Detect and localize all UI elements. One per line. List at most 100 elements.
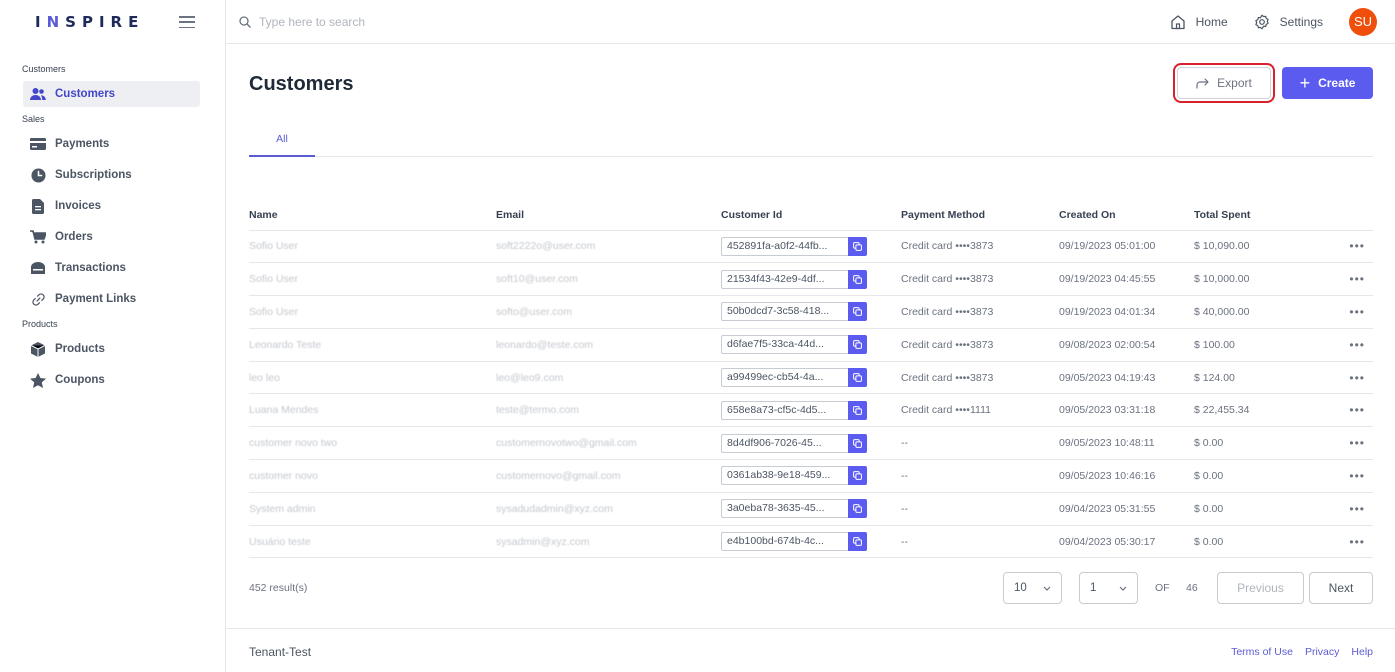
copy-button[interactable]: [848, 532, 867, 552]
column-header-created-on[interactable]: Created On: [1059, 200, 1194, 231]
copy-button[interactable]: [848, 368, 867, 388]
cell-name: Sofio User: [249, 295, 496, 329]
more-options-icon[interactable]: •••: [1324, 295, 1373, 329]
credit-card-icon: [30, 136, 46, 152]
customer-id-field[interactable]: d6fae7f5-33ca-44d...: [721, 335, 848, 355]
column-header-customer-id[interactable]: Customer Id: [721, 200, 901, 231]
table-row[interactable]: Sofio User softo@user.com 50b0dcd7-3c58-41…: [249, 295, 1373, 329]
settings-link[interactable]: Settings: [1254, 14, 1323, 30]
cell-customer-id: 0361ab38-9e18-459...: [721, 459, 901, 493]
cell-created-on: 09/08/2023 02:00:54: [1059, 328, 1194, 362]
page-number-select[interactable]: 1: [1079, 572, 1138, 604]
customer-id-field[interactable]: e4b100bd-674b-4c...: [721, 532, 848, 552]
copy-button[interactable]: [848, 466, 867, 486]
terms-link[interactable]: Terms of Use: [1231, 646, 1293, 658]
table-row[interactable]: customer novo customernovo@gmail.com 0361a…: [249, 459, 1373, 493]
cell-total-spent: $ 0.00: [1194, 492, 1324, 526]
privacy-link[interactable]: Privacy: [1305, 646, 1339, 658]
search-input[interactable]: [259, 14, 659, 29]
logo[interactable]: INSPIRE: [35, 13, 144, 31]
sidebar-item-subscriptions[interactable]: Subscriptions: [23, 162, 200, 188]
cell-created-on: 09/19/2023 05:01:00: [1059, 230, 1194, 264]
copy-button[interactable]: [848, 335, 867, 355]
cell-created-on: 09/04/2023 05:30:17: [1059, 525, 1194, 559]
sidebar-item-invoices[interactable]: Invoices: [23, 193, 200, 219]
customer-id-field[interactable]: 658e8a73-cf5c-4d5...: [721, 400, 848, 420]
sidebar-item-payments[interactable]: Payments: [23, 131, 200, 157]
table-row[interactable]: Leonardo Teste leonardo@teste.com d6fae7f5…: [249, 328, 1373, 362]
column-header-total-spent[interactable]: Total Spent: [1194, 200, 1324, 231]
table-row[interactable]: Sofio User soft2222o@user.com 452891fa-a0f…: [249, 230, 1373, 264]
cell-email: softo@user.com: [496, 295, 721, 329]
create-button[interactable]: + Create: [1282, 67, 1373, 99]
copy-button[interactable]: [848, 499, 867, 519]
copy-button[interactable]: [848, 269, 867, 289]
cell-email: leonardo@teste.com: [496, 328, 721, 362]
more-options-icon[interactable]: •••: [1324, 230, 1373, 264]
more-options-icon[interactable]: •••: [1324, 328, 1373, 362]
page-size-select[interactable]: 10: [1003, 572, 1062, 604]
more-options-icon[interactable]: •••: [1324, 361, 1373, 395]
column-header-payment-method[interactable]: Payment Method: [901, 200, 1059, 231]
cell-created-on: 09/19/2023 04:45:55: [1059, 262, 1194, 297]
sidebar-item-customers[interactable]: Customers: [23, 81, 200, 107]
tab-all[interactable]: All: [249, 128, 315, 157]
table-row[interactable]: Usuário teste sysadmin@xyz.com e4b100bd-67…: [249, 525, 1373, 559]
copy-button[interactable]: [848, 236, 867, 256]
cell-total-spent: $ 10,000.00: [1194, 262, 1324, 297]
column-header-email[interactable]: Email: [496, 200, 721, 231]
results-count: 452 result(s): [249, 582, 308, 594]
cell-name: Sofio User: [249, 262, 496, 297]
cell-email: soft10@user.com: [496, 262, 721, 297]
customer-id-field[interactable]: 50b0dcd7-3c58-418...: [721, 302, 848, 322]
sidebar-item-payment-links[interactable]: Payment Links: [23, 286, 200, 312]
star-icon: [30, 372, 46, 388]
table-row[interactable]: Sofio User soft10@user.com 21534f43-42e9-4…: [249, 262, 1373, 297]
sidebar-item-label: Customers: [55, 88, 116, 100]
tenant-name: Tenant-Test: [249, 645, 312, 659]
sidebar-item-orders[interactable]: Orders: [23, 224, 200, 250]
customer-id-field[interactable]: a99499ec-cb54-4a...: [721, 368, 848, 388]
table-row[interactable]: customer novo two customernovotwo@gmail.c…: [249, 426, 1373, 461]
help-link[interactable]: Help: [1351, 646, 1373, 658]
more-options-icon[interactable]: •••: [1324, 459, 1373, 493]
more-options-icon[interactable]: •••: [1324, 262, 1373, 297]
cell-payment-method: Credit card ••••3873: [901, 262, 1059, 297]
more-options-icon[interactable]: •••: [1324, 525, 1373, 559]
copy-button[interactable]: [848, 302, 867, 322]
cell-payment-method: Credit card ••••3873: [901, 328, 1059, 362]
export-button[interactable]: Export: [1173, 63, 1275, 103]
copy-button[interactable]: [848, 433, 867, 453]
sidebar-item-label: Invoices: [55, 200, 102, 212]
avatar[interactable]: SU: [1349, 7, 1377, 36]
customer-id-field[interactable]: 3a0eba78-3635-45...: [721, 499, 848, 519]
customer-id-field[interactable]: 0361ab38-9e18-459...: [721, 466, 848, 486]
previous-button[interactable]: Previous: [1217, 572, 1304, 604]
next-button[interactable]: Next: [1309, 572, 1373, 604]
copy-button[interactable]: [848, 400, 867, 420]
hamburger-menu-icon[interactable]: [179, 16, 195, 28]
sidebar-item-coupons[interactable]: Coupons: [23, 367, 200, 393]
column-header-name[interactable]: Name: [249, 200, 496, 231]
home-link[interactable]: Home: [1170, 14, 1228, 30]
cell-created-on: 09/05/2023 03:31:18: [1059, 393, 1194, 428]
more-options-icon[interactable]: •••: [1324, 426, 1373, 461]
table-row[interactable]: System admin sysadudadmin@xyz.com 3a0eba78…: [249, 492, 1373, 526]
customer-id-field[interactable]: 21534f43-42e9-4df...: [721, 269, 848, 289]
cell-customer-id: 8d4df906-7026-45...: [721, 426, 901, 461]
copy-icon: [853, 307, 862, 317]
customer-id-field[interactable]: 452891fa-a0f2-44fb...: [721, 236, 848, 256]
sidebar-item-transactions[interactable]: Transactions: [23, 255, 200, 281]
footer: Tenant-Test Terms of Use Privacy Help: [226, 628, 1395, 672]
cell-name: Usuário teste: [249, 525, 496, 559]
customer-id-field[interactable]: 8d4df906-7026-45...: [721, 433, 848, 453]
copy-icon: [853, 471, 862, 481]
cell-total-spent: $ 0.00: [1194, 459, 1324, 493]
cell-customer-id: 658e8a73-cf5c-4d5...: [721, 393, 901, 428]
sidebar-item-products[interactable]: Products: [23, 336, 200, 362]
table-row[interactable]: leo leo leo@leo9.com a99499ec-cb54-4a... Cr…: [249, 361, 1373, 395]
more-options-icon[interactable]: •••: [1324, 492, 1373, 526]
table-row[interactable]: Luana Mendes teste@termo.com 658e8a73-cf5c…: [249, 393, 1373, 428]
more-options-icon[interactable]: •••: [1324, 393, 1373, 428]
cell-customer-id: d6fae7f5-33ca-44d...: [721, 328, 901, 362]
